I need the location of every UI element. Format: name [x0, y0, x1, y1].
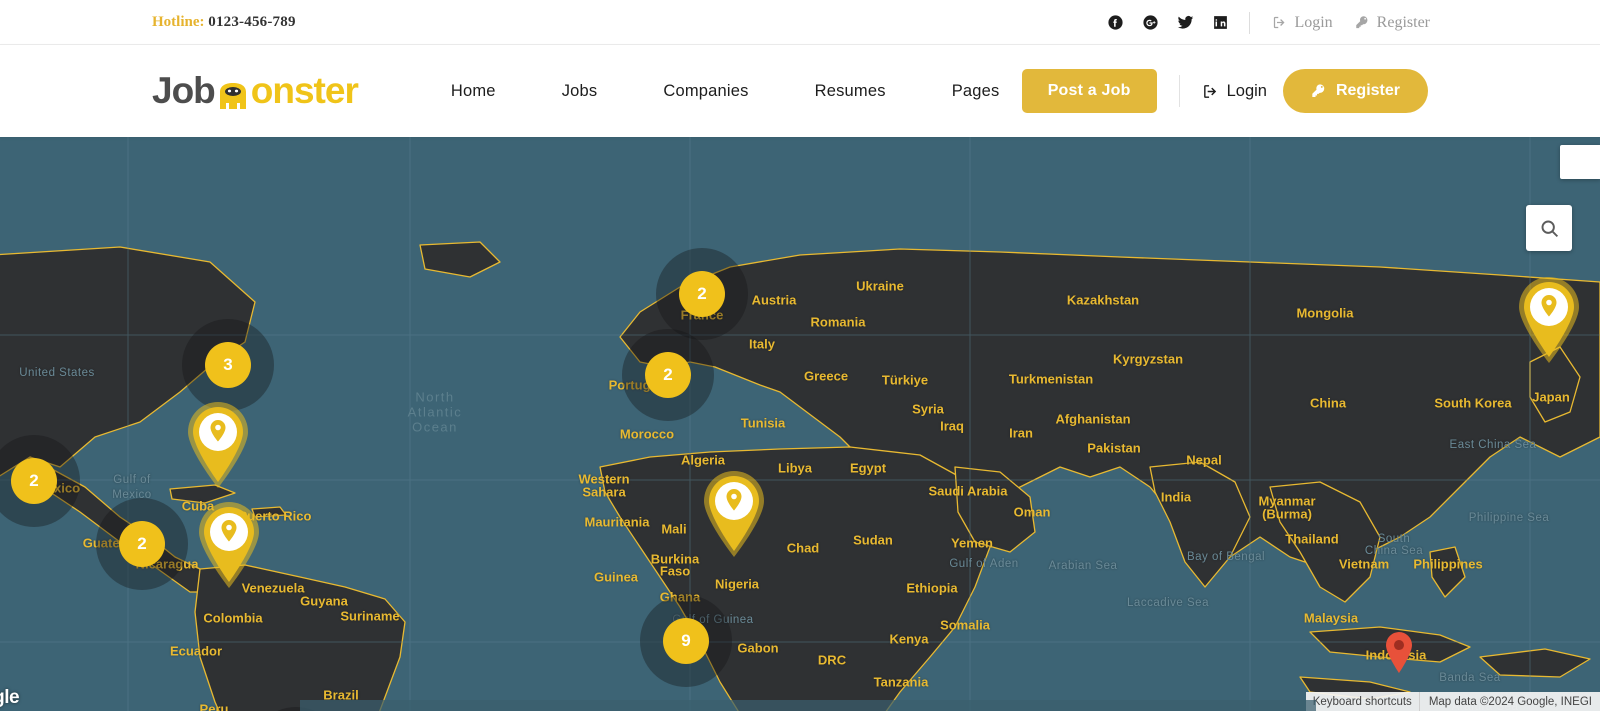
top-auth-links: Login Register: [1250, 14, 1430, 32]
header-login-link[interactable]: Login: [1202, 82, 1267, 101]
cluster-count: 2: [119, 521, 165, 567]
sign-in-icon: [1202, 83, 1219, 100]
map-fullscreen-control[interactable]: [1560, 145, 1600, 179]
map-job-pin[interactable]: [179, 398, 257, 490]
social-links: [1107, 14, 1249, 31]
top-right-group: Login Register: [1107, 0, 1430, 45]
map-search-button[interactable]: [1526, 205, 1572, 251]
nav-item-companies[interactable]: Companies: [630, 82, 781, 101]
post-a-job-button[interactable]: Post a Job: [1021, 69, 1157, 113]
top-register-label: Register: [1376, 13, 1430, 31]
nav-item-home[interactable]: Home: [418, 82, 529, 101]
key-icon: [1355, 15, 1370, 30]
cluster-count: 9: [663, 618, 709, 664]
header-register-label: Register: [1335, 82, 1400, 99]
logo-text-job: Job: [152, 70, 216, 111]
map-attribution: Keyboard shortcuts Map data ©2024 Google…: [1305, 692, 1600, 711]
google-watermark: ogle: [0, 687, 20, 708]
header-register-button[interactable]: Register: [1282, 69, 1428, 113]
map-cluster-marker[interactable]: 9: [640, 595, 732, 687]
nav-item-pages[interactable]: Pages: [919, 82, 1033, 101]
twitter-icon[interactable]: [1177, 14, 1194, 31]
cluster-count: 2: [11, 458, 57, 504]
logo-text-monster: onster: [250, 70, 359, 111]
map-job-pin[interactable]: [1510, 273, 1588, 365]
top-utility-bar: Hotline: 0123-456-789 Login Register: [0, 0, 1600, 45]
top-login-link[interactable]: Login: [1272, 13, 1333, 32]
hotline-label: Hotline:: [152, 13, 205, 30]
hotline: Hotline: 0123-456-789: [152, 14, 296, 31]
map-cluster-marker[interactable]: 2: [96, 498, 188, 590]
header-divider: [1178, 75, 1180, 107]
monster-icon: [216, 76, 250, 109]
cluster-count: 2: [645, 352, 691, 398]
sign-in-icon: [1272, 15, 1287, 30]
job-search-panel: Keyword Job Locations Job Categories Sea…: [300, 700, 1316, 711]
header-login-label: Login: [1226, 81, 1267, 100]
keyboard-shortcuts-button[interactable]: Keyboard shortcuts: [1305, 692, 1419, 711]
top-register-link[interactable]: Register: [1355, 14, 1430, 32]
main-navigation: Home Jobs Companies Resumes Pages: [418, 82, 1033, 101]
header-actions: Post a Job Login Register: [1021, 45, 1428, 137]
site-header: Job onster Home Jobs Companies Resumes P…: [0, 45, 1600, 137]
cluster-count: 2: [679, 271, 725, 317]
map-selected-pin[interactable]: [1385, 632, 1413, 679]
cluster-count: 3: [205, 342, 251, 388]
map-data-credit: Map data ©2024 Google, INEGI: [1418, 692, 1600, 711]
search-icon: [1539, 218, 1560, 239]
map-cluster-marker[interactable]: 2: [622, 329, 714, 421]
linkedin-icon[interactable]: [1212, 14, 1229, 31]
top-login-label: Login: [1294, 13, 1333, 31]
facebook-icon[interactable]: [1107, 14, 1124, 31]
map-job-pin[interactable]: [695, 467, 773, 559]
nav-item-resumes[interactable]: Resumes: [782, 82, 919, 101]
hotline-number: 0123-456-789: [208, 13, 296, 30]
map-cluster-marker[interactable]: 2: [656, 248, 748, 340]
key-icon: [1311, 83, 1327, 99]
google-plus-icon[interactable]: [1142, 14, 1159, 31]
nav-item-jobs[interactable]: Jobs: [529, 82, 631, 101]
map-job-pin[interactable]: [190, 498, 268, 590]
logo[interactable]: Job onster: [152, 70, 359, 112]
job-map[interactable]: United States North Atlantic Ocean Gulf of Me…: [0, 137, 1600, 711]
